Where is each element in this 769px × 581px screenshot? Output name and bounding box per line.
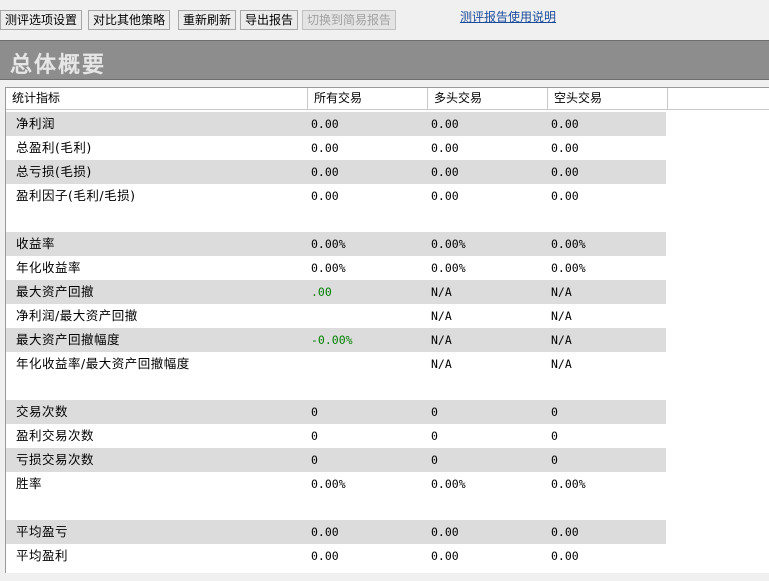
value-long: 0 [431,429,438,443]
table-row: 年化收益率/最大资产回撤幅度 N/A N/A [6,352,666,376]
row-label: 总盈利(毛利) [16,140,92,155]
value-short: N/A [551,357,572,371]
bottom-edge [0,573,769,581]
table-spacer-row [6,208,666,232]
table-row: 平均盈利 0.00 0.00 0.00 [6,544,666,568]
table-row: 收益率 0.00% 0.00% 0.00% [6,232,666,256]
value-long: 0.00 [431,141,459,155]
row-label: 交易次数 [16,404,69,419]
section-title-bar: 总体概要 [0,40,769,80]
row-label: 总亏损(毛损) [16,164,92,179]
table-row: 盈利交易次数 0 0 0 [6,424,666,448]
summary-table: 统计指标 所有交易 多头交易 空头交易 净利润 0.00 0.00 0.00 总盈利(毛… [5,87,769,573]
value-short: 0 [551,453,558,467]
row-label: 盈利因子(毛利/毛损) [16,188,136,203]
value-all: -0.00% [311,333,353,347]
value-short: 0.00% [551,261,586,275]
table-row: 净利润 0.00 0.00 0.00 [6,112,666,136]
column-header-metric[interactable]: 统计指标 [6,88,308,109]
value-long: 0.00 [431,549,459,563]
table-row: 总亏损(毛损) 0.00 0.00 0.00 [6,160,666,184]
value-short: 0.00 [551,189,579,203]
value-long: 0.00% [431,237,466,251]
row-label: 最大资产回撤幅度 [16,332,121,347]
value-short: 0.00 [551,549,579,563]
value-all: 0.00 [311,189,339,203]
table-spacer-row [6,496,666,520]
column-header-short-trades[interactable]: 空头交易 [548,88,668,109]
value-all: 0 [311,453,318,467]
value-long: 0 [431,453,438,467]
row-label: 盈利交易次数 [16,428,95,443]
row-label: 年化收益率/最大资产回撤幅度 [16,356,190,371]
table-body: 净利润 0.00 0.00 0.00 总盈利(毛利) 0.00 0.00 0.00 总亏损(毛损… [6,112,769,568]
report-help-link[interactable]: 测评报告使用说明 [460,8,556,25]
table-spacer-row [6,376,666,400]
refresh-button[interactable]: 重新刷新 [178,10,237,30]
value-long: 0.00 [431,165,459,179]
value-all: 0 [311,429,318,443]
row-label: 平均盈亏 [16,524,69,539]
table-row: 亏损交易次数 0 0 0 [6,448,666,472]
section-title: 总体概要 [10,53,107,78]
evaluation-options-button[interactable]: 测评选项设置 [0,10,83,30]
value-short: 0.00% [551,477,586,491]
row-label: 最大资产回撤 [16,284,95,299]
value-all: 0.00% [311,477,346,491]
value-all: 0.00% [311,261,346,275]
value-long: N/A [431,309,452,323]
value-short: N/A [551,309,572,323]
value-all: 0.00 [311,117,339,131]
toolbar: 测评选项设置 对比其他策略 重新刷新 导出报告 切换到简易报告 测评报告使用说明 [0,0,769,40]
table-row: 平均盈亏 0.00 0.00 0.00 [6,520,666,544]
row-label: 净利润 [16,116,56,131]
value-long: N/A [431,333,452,347]
value-long: 0.00% [431,261,466,275]
value-long: N/A [431,285,452,299]
table-row: 胜率 0.00% 0.00% 0.00% [6,472,666,496]
table-row: 净利润/最大资产回撤 N/A N/A [6,304,666,328]
column-header-long-trades[interactable]: 多头交易 [428,88,548,109]
table-row: 总盈利(毛利) 0.00 0.00 0.00 [6,136,666,160]
table-row: 最大资产回撤 .00 N/A N/A [6,280,666,304]
table-row: 盈利因子(毛利/毛损) 0.00 0.00 0.00 [6,184,666,208]
value-long: 0.00 [431,525,459,539]
value-all: 0.00 [311,525,339,539]
row-label: 平均盈利 [16,548,69,563]
table-row: 年化收益率 0.00% 0.00% 0.00% [6,256,666,280]
value-long: 0 [431,405,438,419]
value-long: 0.00% [431,477,466,491]
row-label: 亏损交易次数 [16,452,95,467]
export-report-button[interactable]: 导出报告 [240,10,299,30]
value-long: 0.00 [431,117,459,131]
table-row: 交易次数 0 0 0 [6,400,666,424]
row-label: 净利润/最大资产回撤 [16,308,138,323]
table-header: 统计指标 所有交易 多头交易 空头交易 [6,88,769,110]
column-header-all-trades[interactable]: 所有交易 [308,88,428,109]
value-long: N/A [431,357,452,371]
value-short: N/A [551,285,572,299]
value-short: 0.00 [551,165,579,179]
value-all: 0.00% [311,237,346,251]
table-row: 最大资产回撤幅度 -0.00% N/A N/A [6,328,666,352]
value-short: 0.00 [551,117,579,131]
value-short: 0 [551,405,558,419]
value-short: 0.00 [551,525,579,539]
value-all: 0.00 [311,549,339,563]
value-short: 0 [551,429,558,443]
value-all: .00 [311,285,332,299]
row-label: 年化收益率 [16,260,82,275]
compare-strategies-button[interactable]: 对比其他策略 [88,10,171,30]
value-short: 0.00 [551,141,579,155]
row-label: 收益率 [16,236,56,251]
switch-simple-report-button: 切换到简易报告 [302,10,397,30]
value-all: 0 [311,405,318,419]
value-all: 0.00 [311,141,339,155]
row-label: 胜率 [16,476,43,491]
value-all: 0.00 [311,165,339,179]
value-long: 0.00 [431,189,459,203]
value-short: N/A [551,333,572,347]
value-short: 0.00% [551,237,586,251]
